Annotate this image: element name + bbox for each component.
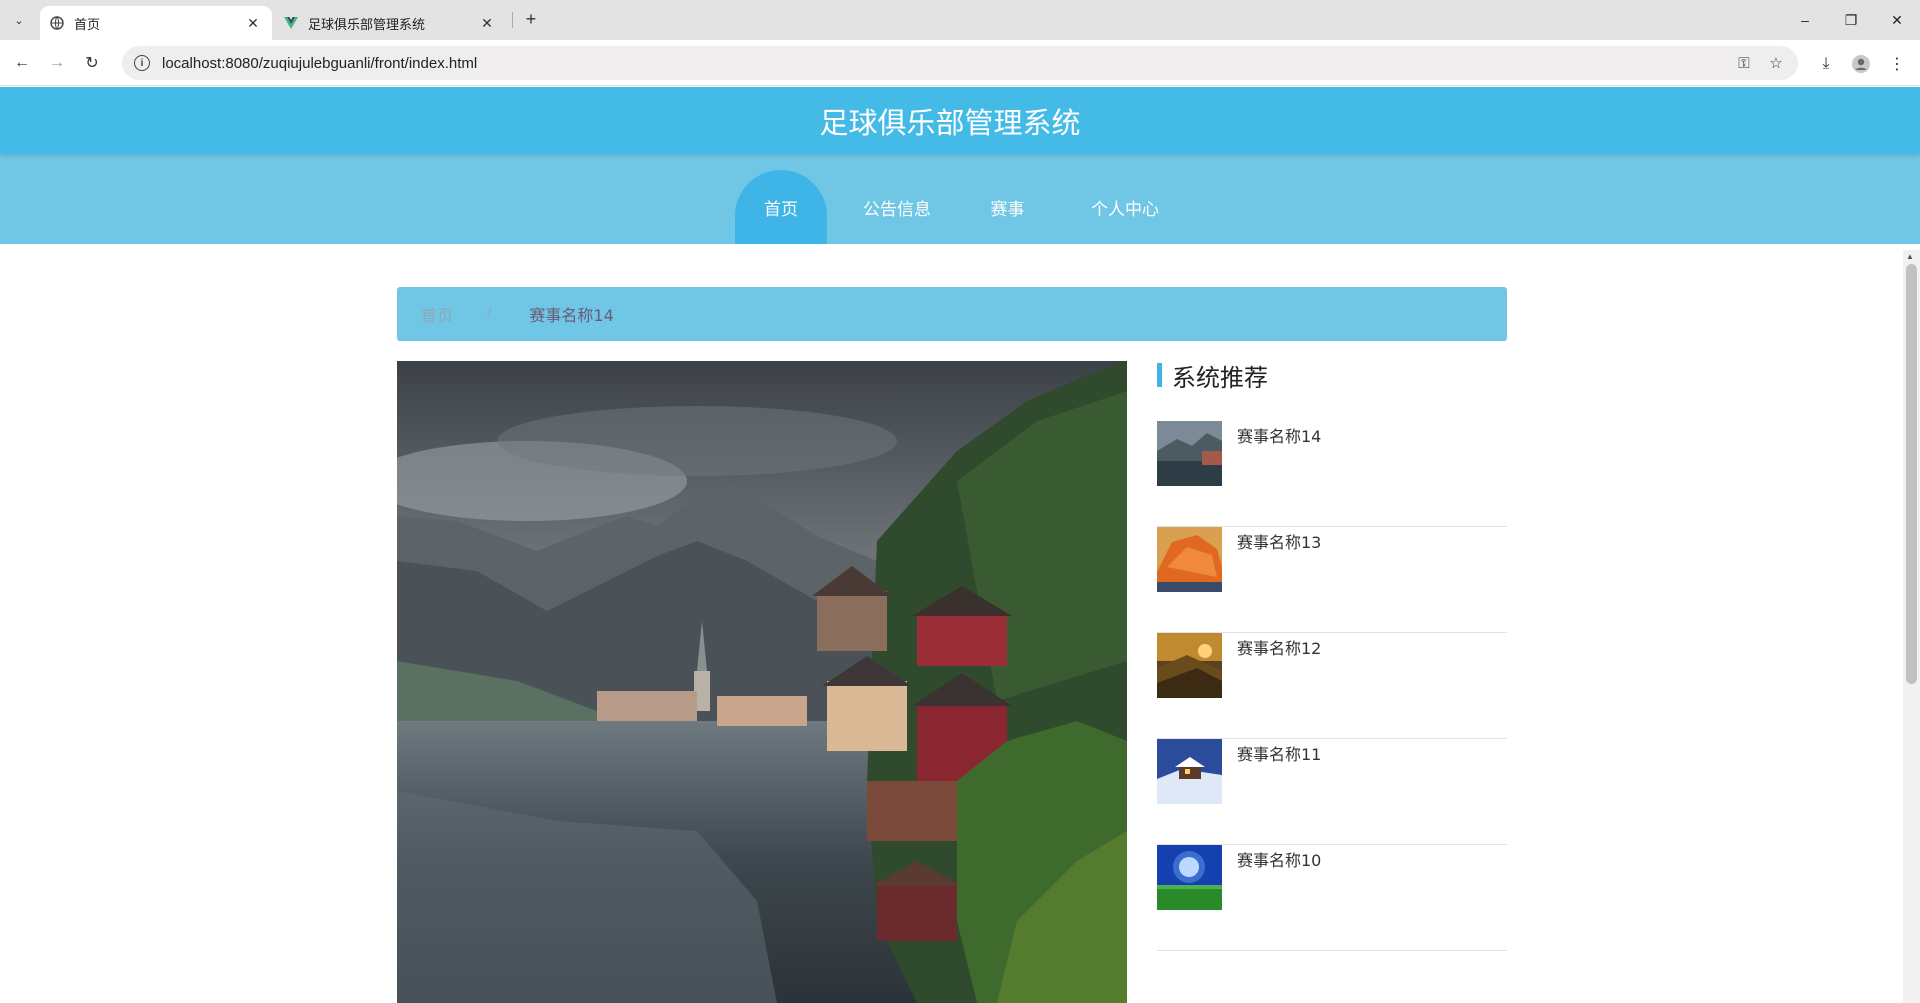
forward-arrow-icon[interactable]: → [45,51,69,75]
recommend-thumbnail[interactable] [1157,739,1222,804]
recommend-list: 赛事名称14 赛事名称13 赛事名称12 赛事名称11 赛事名称10 [1157,421,1507,951]
recommend-thumbnail[interactable] [1157,633,1222,698]
download-icon[interactable]: ⤓ [1814,52,1838,76]
close-window-icon[interactable]: ✕ [1874,0,1920,40]
vue-logo-icon [284,16,298,30]
site-header: 足球俱乐部管理系统 [0,87,1920,154]
back-arrow-icon[interactable]: ← [10,51,34,75]
breadcrumb-separator: / [487,306,492,322]
recommend-item[interactable]: 赛事名称13 [1157,527,1507,633]
url-text[interactable]: localhost:8080/zuqiujulebguanli/front/in… [162,55,477,72]
reload-icon[interactable]: ↻ [80,51,104,75]
recommend-item-name[interactable]: 赛事名称13 [1237,529,1321,553]
new-tab-plus-icon[interactable]: + [520,8,542,30]
breadcrumb-home-link[interactable]: 首页 [421,302,453,326]
scroll-up-arrow-icon[interactable]: ▲ [1906,252,1914,261]
recommend-item-name[interactable]: 赛事名称14 [1237,423,1321,447]
address-bar[interactable]: i localhost:8080/zuqiujulebguanli/front/… [122,46,1798,80]
recommend-thumbnail[interactable] [1157,421,1222,486]
recommend-item-name[interactable]: 赛事名称12 [1237,635,1321,659]
main-nav: 首页 公告信息 赛事 个人中心 [0,154,1920,244]
nav-item-home[interactable]: 首页 [735,170,827,244]
recommend-thumbnail[interactable] [1157,527,1222,592]
recommend-title: 系统推荐 [1172,363,1268,392]
bookmark-star-icon[interactable]: ☆ [1766,53,1786,73]
tab-close-icon[interactable]: ✕ [244,14,262,32]
browser-tab-home[interactable]: 首页 ✕ [40,6,272,40]
tab-close-icon[interactable]: ✕ [478,14,496,32]
match-detail-image [397,361,1127,1003]
recommend-item-name[interactable]: 赛事名称11 [1237,741,1321,765]
restore-icon[interactable]: ❐ [1828,0,1874,40]
tab-title: 足球俱乐部管理系统 [308,16,426,32]
menu-kebab-icon[interactable]: ⋮ [1885,52,1909,76]
nav-item-personal-center[interactable]: 个人中心 [1080,170,1170,244]
site-info-icon[interactable]: i [134,55,150,71]
recommend-item[interactable]: 赛事名称14 [1157,421,1507,527]
globe-icon [50,16,64,30]
recommend-item-name[interactable]: 赛事名称10 [1237,847,1321,871]
tab-divider [512,12,513,28]
recommend-header: 系统推荐 [1157,360,1507,392]
minimize-icon[interactable]: – [1782,0,1828,40]
tab-title: 首页 [74,16,101,32]
password-key-icon[interactable]: ⚿ [1734,53,1754,73]
page-scrollbar[interactable]: ▲ [1903,250,1920,1003]
recommend-item[interactable]: 赛事名称11 [1157,739,1507,845]
recommend-item[interactable]: 赛事名称12 [1157,633,1507,739]
breadcrumb-current: 赛事名称14 [529,306,614,325]
recommend-accent-bar [1157,363,1162,387]
scrollbar-thumb[interactable] [1906,264,1917,684]
recommend-thumbnail[interactable] [1157,845,1222,910]
profile-avatar-icon[interactable] [1849,52,1873,76]
nav-item-announcements[interactable]: 公告信息 [852,170,942,244]
breadcrumb: 首页 / 赛事名称14 [397,287,1507,341]
site-title: 足球俱乐部管理系统 [819,105,1081,140]
recommend-item[interactable]: 赛事名称10 [1157,845,1507,951]
recommend-panel: 系统推荐 赛事名称14 赛事名称13 赛事名称12 赛事名称11 赛事名称10 [1157,360,1507,951]
nav-item-matches[interactable]: 赛事 [975,170,1040,244]
browser-tab-system[interactable]: 足球俱乐部管理系统 ✕ [274,6,506,40]
tab-search-chevron-icon[interactable]: ⌄ [8,9,30,31]
browser-toolbar: ← → ↻ i localhost:8080/zuqiujulebguanli/… [0,40,1920,86]
browser-tab-bar: ⌄ 首页 ✕ 足球俱乐部管理系统 ✕ + – ❐ ✕ [0,0,1920,40]
